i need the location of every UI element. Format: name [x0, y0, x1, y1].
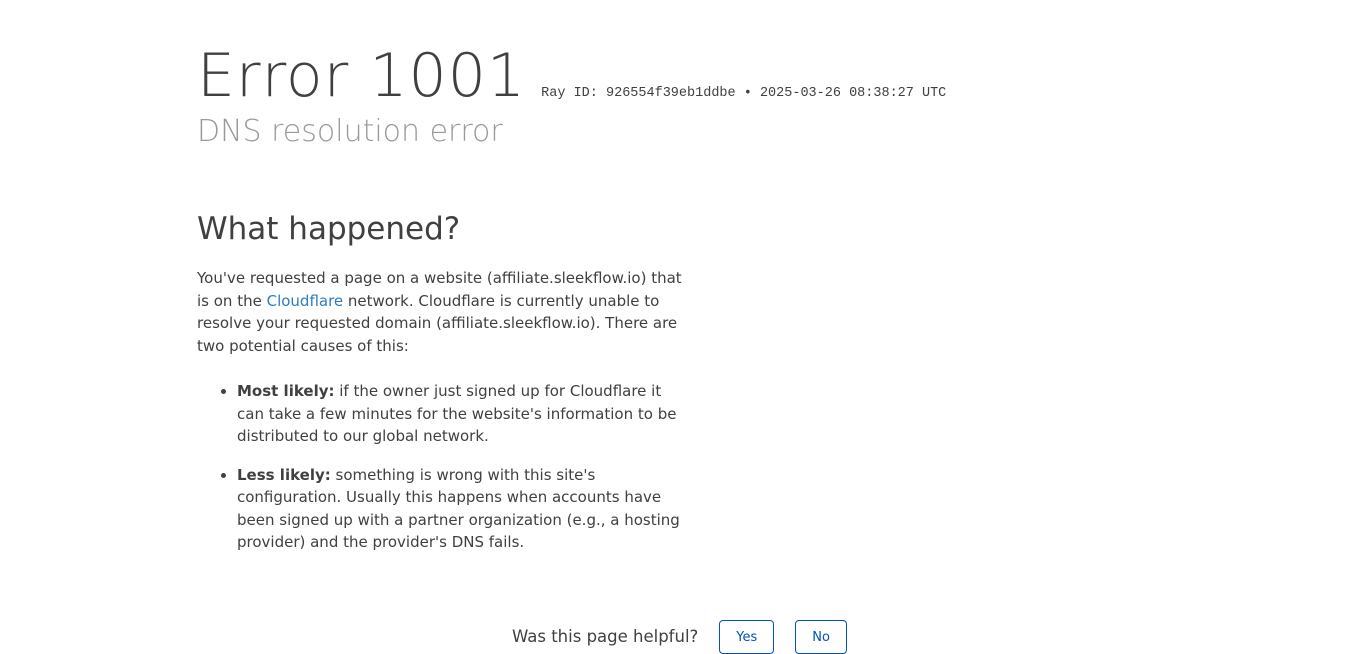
cause-label: Less likely:	[237, 465, 331, 484]
list-item: Most likely: if the owner just signed up…	[237, 380, 682, 448]
section-body: You've requested a page on a website (af…	[197, 267, 682, 570]
ray-id-info: Ray ID: 926554f39eb1ddbe • 2025-03-26 08…	[541, 86, 946, 101]
feedback-bar: Was this page helpful? Yes No	[512, 620, 847, 654]
ray-id: 926554f39eb1ddbe	[606, 86, 736, 101]
yes-button[interactable]: Yes	[719, 620, 775, 654]
timestamp: 2025-03-26 08:38:27 UTC	[759, 86, 947, 101]
ray-id-label: Ray ID:	[541, 86, 598, 101]
intro-paragraph: You've requested a page on a website (af…	[197, 267, 682, 357]
cause-label: Most likely:	[237, 382, 335, 400]
no-button[interactable]: No	[795, 620, 847, 654]
error-subtitle: DNS resolution error	[197, 114, 503, 149]
causes-list: Most likely: if the owner just signed up…	[197, 380, 682, 554]
list-item: Less likely: something is wrong with thi…	[237, 464, 682, 554]
error-header: Error 1001 Ray ID: 926554f39eb1ddbe • 20…	[197, 38, 946, 114]
error-title: Error 1001	[197, 41, 527, 111]
feedback-question: Was this page helpful?	[512, 626, 699, 646]
cloudflare-link[interactable]: Cloudflare	[267, 292, 344, 310]
separator: •	[743, 86, 752, 101]
section-heading: What happened?	[197, 211, 461, 247]
